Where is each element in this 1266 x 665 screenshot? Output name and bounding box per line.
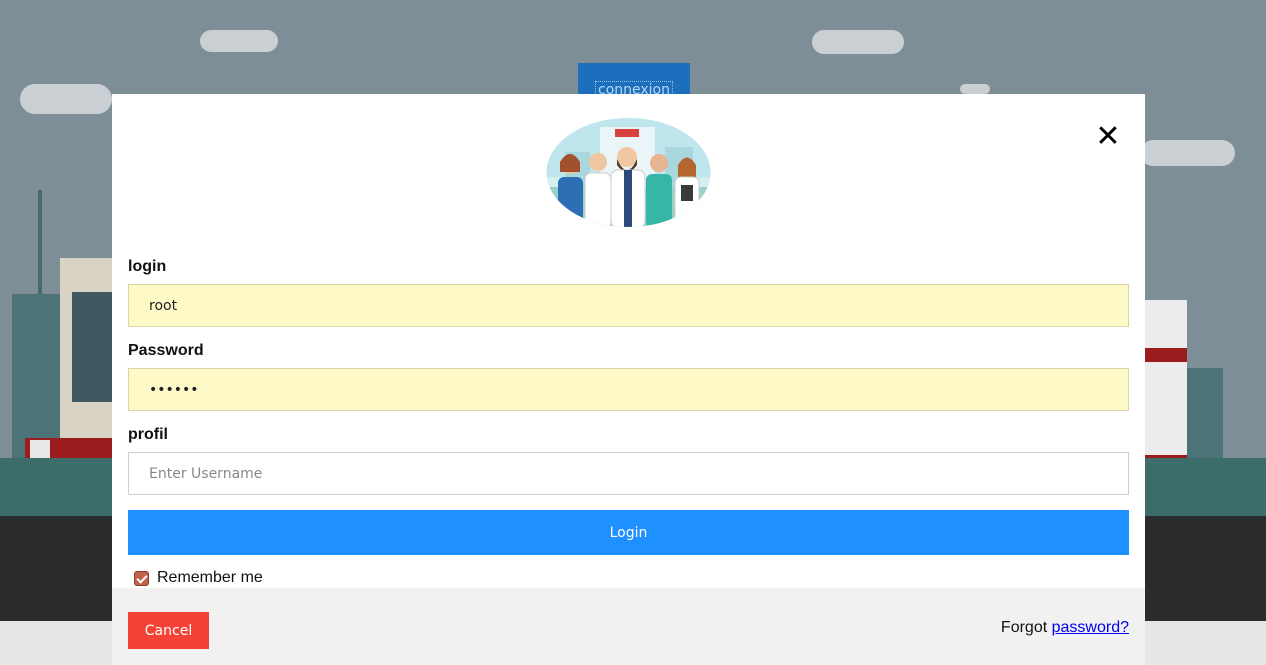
password-input[interactable] (128, 368, 1129, 411)
forgot-password-text: Forgot password? (1001, 619, 1129, 637)
cloud (200, 30, 278, 52)
doctors-team-avatar (545, 117, 712, 228)
login-modal: ✕ login root Password •••••• profil Ente… (112, 94, 1145, 665)
building (72, 292, 112, 402)
cloud (960, 84, 990, 94)
login-label: login (128, 258, 167, 275)
cancel-button[interactable]: Cancel (128, 612, 209, 649)
profil-input[interactable] (128, 452, 1129, 495)
building (38, 190, 42, 300)
cloud (812, 30, 904, 54)
building-stripe (1145, 348, 1187, 362)
password-label: Password (128, 342, 204, 359)
close-icon[interactable]: ✕ (1095, 122, 1121, 152)
cloud (20, 84, 112, 114)
doctors-illustration (546, 118, 711, 227)
cloud (1140, 140, 1235, 166)
login-form: login Password profil Login Remember me (128, 258, 1129, 589)
remember-me-checkbox[interactable] (134, 570, 149, 586)
login-button[interactable]: Login (128, 510, 1129, 555)
forgot-password-link[interactable]: password? (1052, 619, 1129, 636)
forgot-prefix: Forgot (1000, 619, 1048, 636)
login-input[interactable] (128, 284, 1129, 327)
building (1183, 368, 1223, 460)
remember-me-label: Remember me (157, 569, 263, 586)
remember-me-row: Remember me (128, 567, 1129, 589)
modal-footer: Cancel Forgot password? (112, 588, 1145, 665)
profil-label: profil (128, 426, 168, 443)
